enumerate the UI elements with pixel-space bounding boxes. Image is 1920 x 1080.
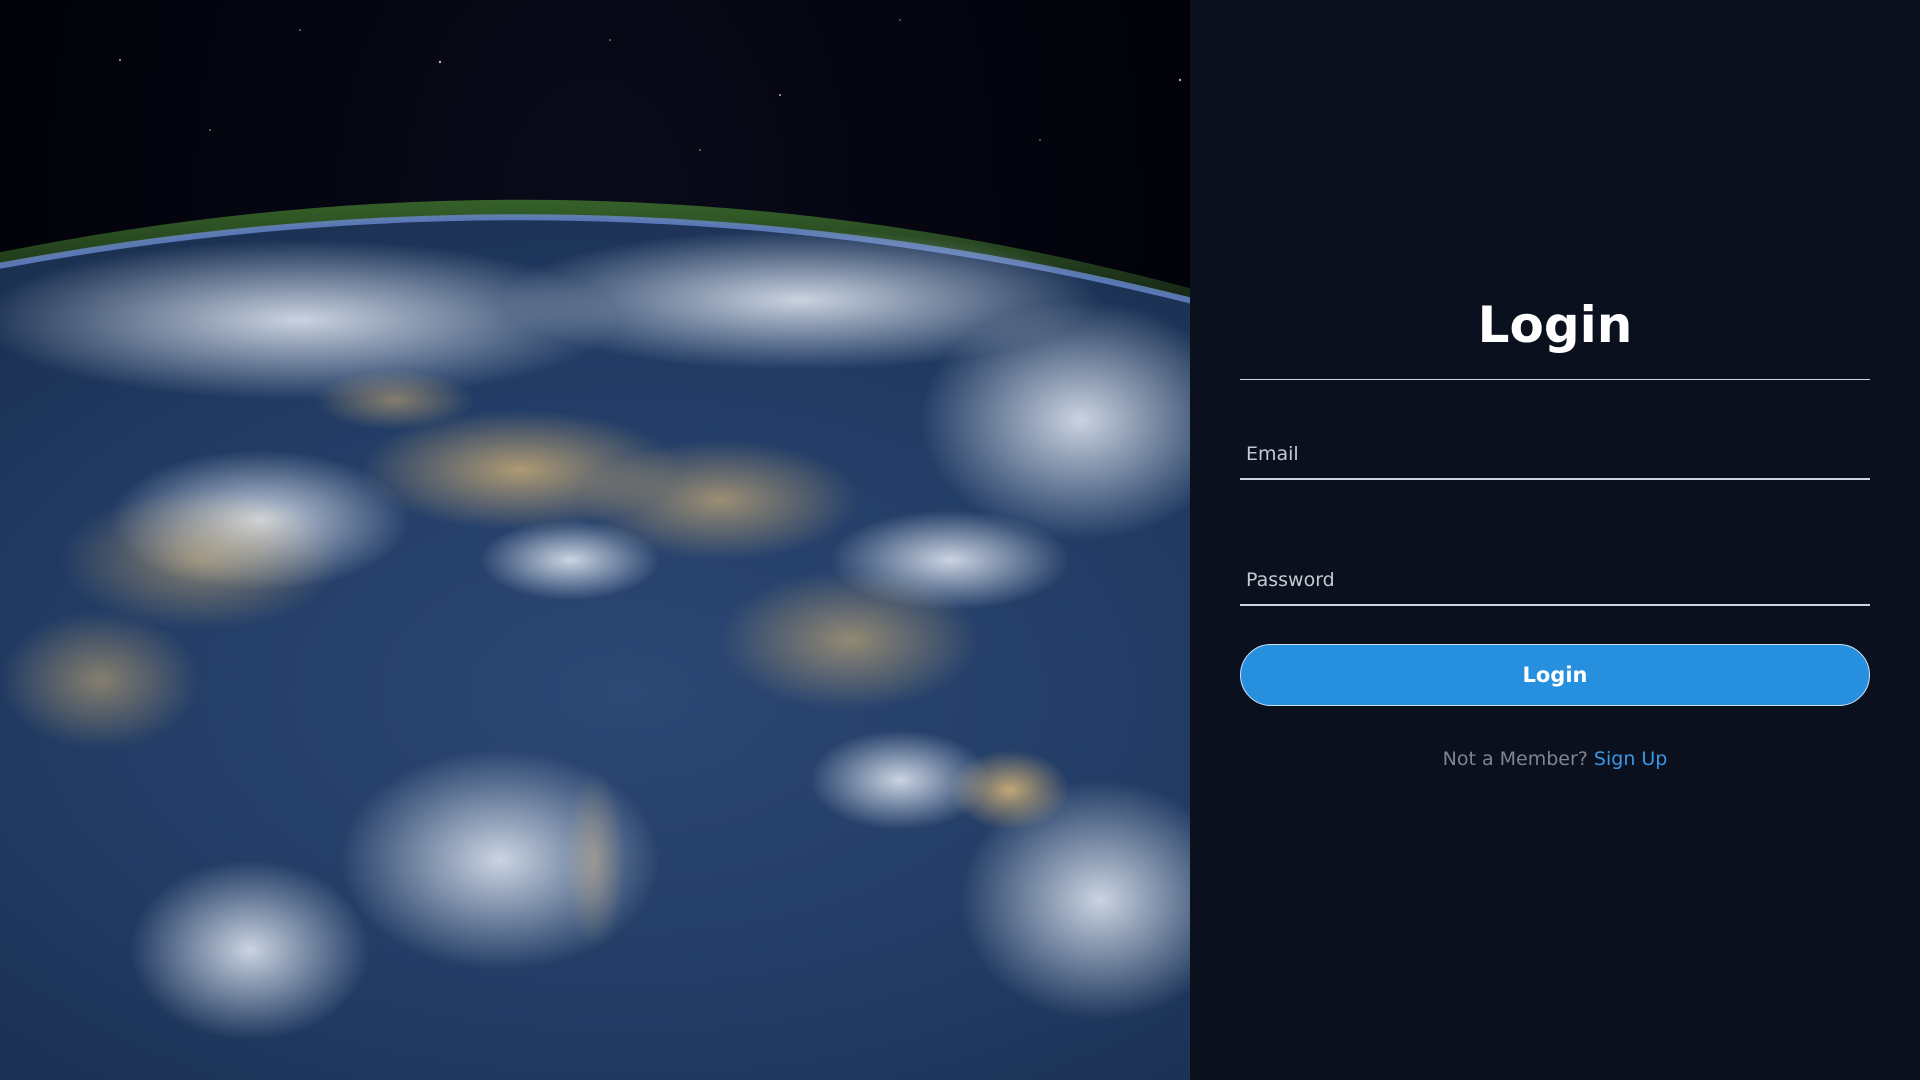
login-title: Login xyxy=(1477,296,1633,354)
email-field-wrapper xyxy=(1240,430,1870,480)
signup-row: Not a Member? Sign Up xyxy=(1240,748,1870,770)
login-button[interactable]: Login xyxy=(1240,644,1870,706)
login-panel: Login Login Not a Member? Sign Up xyxy=(1190,0,1920,1080)
login-page: Login Login Not a Member? Sign Up xyxy=(0,0,1920,1080)
earth-from-space-icon xyxy=(0,19,1190,1080)
login-form: Login Login Not a Member? Sign Up xyxy=(1240,290,1870,770)
password-field-wrapper xyxy=(1240,556,1870,606)
email-input[interactable] xyxy=(1240,430,1870,478)
signup-link[interactable]: Sign Up xyxy=(1594,748,1667,770)
title-divider xyxy=(1240,379,1870,380)
password-input[interactable] xyxy=(1240,556,1870,604)
earth-hero-image xyxy=(0,0,1190,1080)
signup-prompt: Not a Member? xyxy=(1442,748,1588,770)
